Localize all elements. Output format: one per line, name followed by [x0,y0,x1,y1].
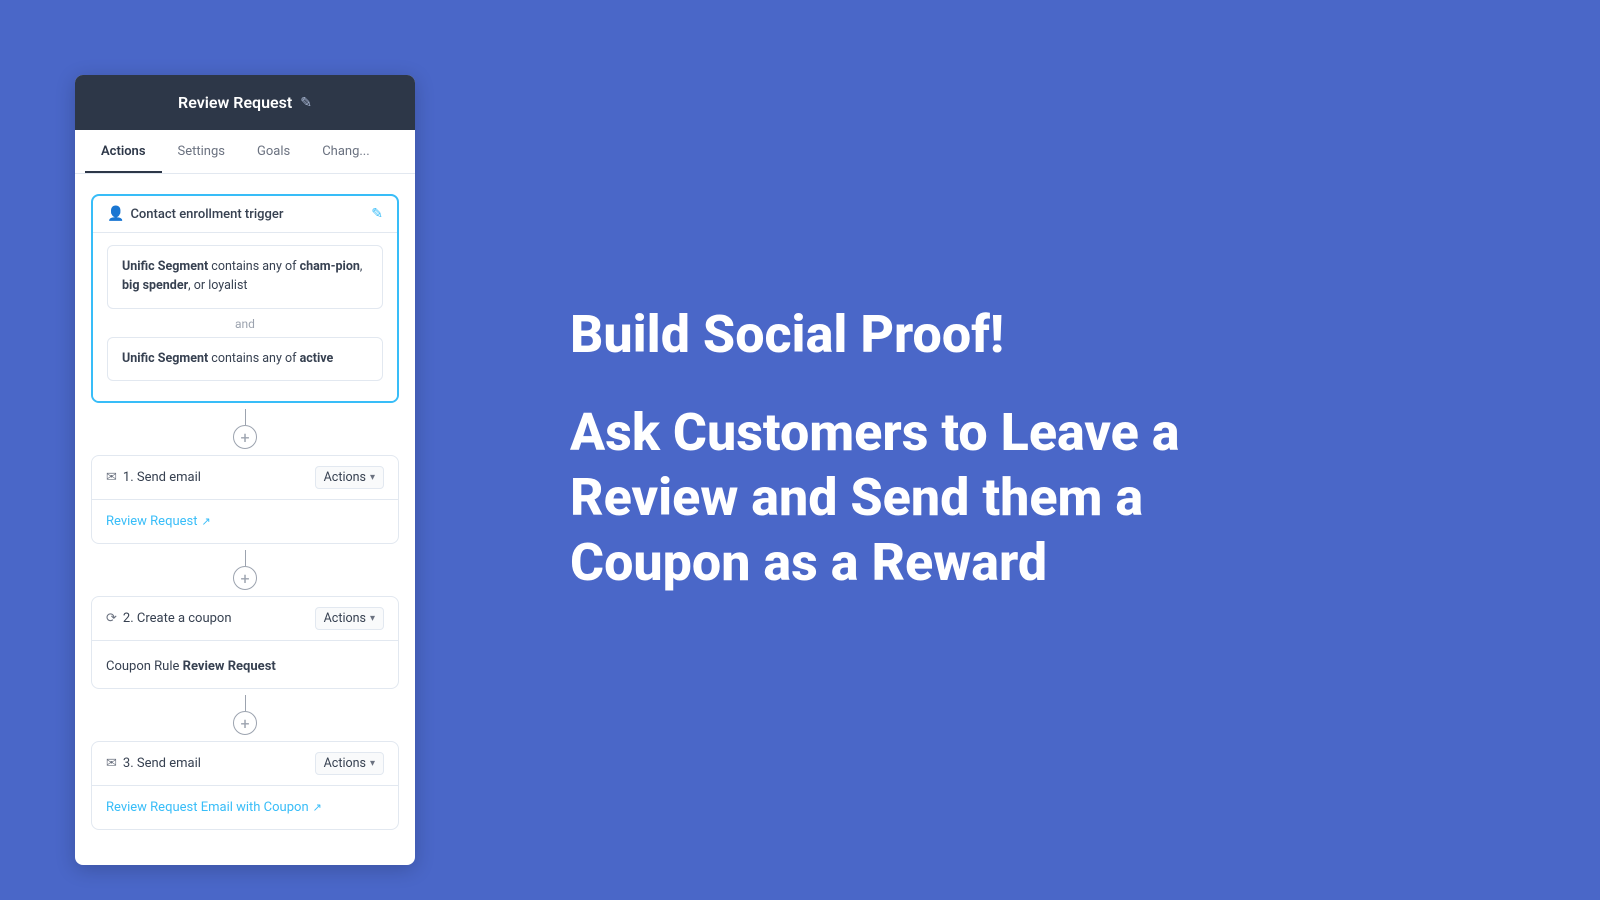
action-3-dropdown[interactable]: Actions ▾ [315,752,384,775]
connector-line-2 [245,550,246,566]
action-1-label: 1. Send email [123,470,201,485]
action-block-1: ✉ 1. Send email Actions ▾ Review Request… [91,455,399,544]
action-1-link-text: Review Request [106,514,197,529]
tab-actions[interactable]: Actions [85,130,162,173]
action-2-label: 2. Create a coupon [123,611,232,626]
subheadline: Ask Customers to Leave a Review and Send… [570,400,1270,595]
action-1-dropdown-label: Actions [324,470,366,485]
workflow-title: Review Request [178,93,292,112]
chevron-icon-1: ▾ [370,472,375,483]
chevron-icon-2: ▾ [370,613,375,624]
condition-2: Unific Segment contains any of active [107,337,383,382]
connector-line-3 [245,695,246,711]
condition-and: and [107,317,383,331]
contact-icon: 👤 [107,206,124,222]
tab-changes[interactable]: Chang... [306,130,385,173]
connector-1: + [233,409,257,449]
action-1-header-left: ✉ 1. Send email [106,470,201,485]
workflow-header: Review Request ✎ [75,75,415,130]
action-3-link-text: Review Request Email with Coupon [106,800,309,815]
tab-settings[interactable]: Settings [162,130,241,173]
action-2-header: ⟳ 2. Create a coupon Actions ▾ [92,597,398,641]
action-3-label: 3. Send email [123,756,201,771]
connector-2: + [233,550,257,590]
action-3-header: ✉ 3. Send email Actions ▾ [92,742,398,786]
email-icon-1: ✉ [106,470,117,485]
email-icon-2: ✉ [106,756,117,771]
workflow-body: 👤 Contact enrollment trigger ✎ Unific Se… [75,174,415,865]
right-content: Build Social Proof! Ask Customers to Lea… [570,305,1270,596]
action-2-text: Coupon Rule Review Request [106,659,276,674]
tab-goals[interactable]: Goals [241,130,306,173]
workflow-card: Review Request ✎ Actions Settings Goals … [75,75,415,865]
headline: Build Social Proof! [570,305,1270,365]
trigger-conditions: Unific Segment contains any of cham-pion… [93,233,397,401]
action-2-bold: Review Request [183,659,276,674]
coupon-icon: ⟳ [106,611,117,626]
action-1-header: ✉ 1. Send email Actions ▾ [92,456,398,500]
action-3-header-left: ✉ 3. Send email [106,756,201,771]
workflow-tabs: Actions Settings Goals Chang... [75,130,415,174]
trigger-header-left: 👤 Contact enrollment trigger [107,206,283,222]
action-2-body: Coupon Rule Review Request [92,641,398,688]
connector-line-1 [245,409,246,425]
external-icon-3: ↗ [313,801,322,814]
action-2-dropdown-label: Actions [324,611,366,626]
condition-1-segment: Unific Segment [122,259,208,274]
trigger-edit-icon[interactable]: ✎ [371,206,383,222]
right-panel: Build Social Proof! Ask Customers to Lea… [490,0,1600,900]
left-panel: Review Request ✎ Actions Settings Goals … [0,0,490,900]
condition-2-value: active [300,351,334,366]
action-1-dropdown[interactable]: Actions ▾ [315,466,384,489]
action-1-body: Review Request ↗ [92,500,398,543]
chevron-icon-3: ▾ [370,758,375,769]
trigger-block: 👤 Contact enrollment trigger ✎ Unific Se… [91,194,399,403]
edit-title-icon[interactable]: ✎ [300,95,312,111]
action-block-3: ✉ 3. Send email Actions ▾ Review Request… [91,741,399,830]
action-1-link[interactable]: Review Request ↗ [106,514,384,529]
add-step-3-button[interactable]: + [233,711,257,735]
action-3-dropdown-label: Actions [324,756,366,771]
action-block-2: ⟳ 2. Create a coupon Actions ▾ Coupon Ru… [91,596,399,689]
condition-1: Unific Segment contains any of cham-pion… [107,245,383,309]
external-icon-1: ↗ [201,515,210,528]
action-2-dropdown[interactable]: Actions ▾ [315,607,384,630]
condition-2-segment: Unific Segment [122,351,208,366]
connector-3: + [233,695,257,735]
trigger-label: Contact enrollment trigger [130,207,283,222]
condition-1-value2: big spender [122,278,188,293]
action-2-header-left: ⟳ 2. Create a coupon [106,611,232,626]
trigger-header: 👤 Contact enrollment trigger ✎ [93,196,397,233]
action-3-body: Review Request Email with Coupon ↗ [92,786,398,829]
action-3-link[interactable]: Review Request Email with Coupon ↗ [106,800,384,815]
add-step-2-button[interactable]: + [233,566,257,590]
condition-1-value1: cham-pion [300,259,360,274]
add-step-1-button[interactable]: + [233,425,257,449]
